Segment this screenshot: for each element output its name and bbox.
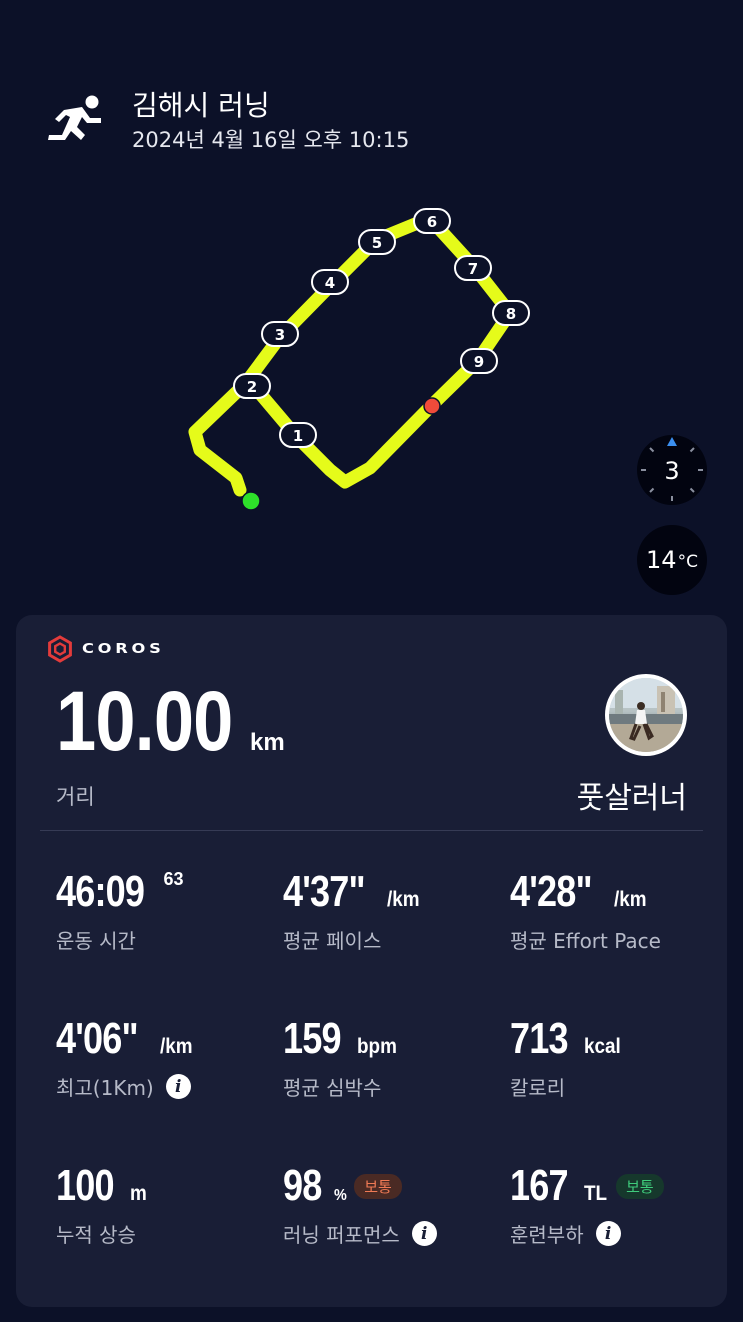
training-load-status-badge: 보통 — [616, 1173, 664, 1199]
duration-label: 운동 시간 — [56, 929, 136, 953]
activity-title: 김해시 러닝 — [132, 89, 270, 122]
duration-hundredths: 63 — [163, 869, 184, 889]
username[interactable]: 풋살러너 — [577, 773, 687, 817]
training-load-value: 167 — [510, 1161, 569, 1210]
best-km-label: 최고(1Km) — [56, 1076, 154, 1100]
svg-text:8: 8 — [506, 305, 516, 323]
best-km-value: 4'06" — [56, 1014, 139, 1063]
start-point-marker — [241, 491, 261, 511]
svg-text:3: 3 — [275, 326, 285, 344]
training-load-label: 훈련부하 — [510, 1223, 584, 1247]
stat-running-performance: 98% 보통 러닝 퍼포먼스 i — [283, 1161, 437, 1248]
stat-avg-pace: 4'37" /km 평균 페이스 — [283, 867, 423, 954]
avg-hr-unit: bpm — [357, 1035, 398, 1058]
wind-level: 3 — [664, 457, 679, 485]
calories-value: 713 — [510, 1014, 569, 1063]
svg-text:1: 1 — [293, 427, 303, 445]
lap-marker-8: 8 — [492, 300, 530, 326]
performance-status-badge: 보통 — [354, 1173, 402, 1199]
user-avatar[interactable] — [605, 674, 687, 756]
elevation-unit: m — [130, 1182, 148, 1205]
temperature-widget[interactable]: 14 °C — [637, 525, 707, 595]
svg-text:2: 2 — [247, 378, 257, 396]
coros-logo-icon — [48, 635, 72, 663]
activity-summary-card: COROS 10.00 km 거리 풋살러너 46:09 63 운동 시간 4'… — [16, 615, 727, 1307]
temperature-value: 14 — [646, 546, 677, 574]
stat-calories: 713 kcal 칼로리 — [510, 1014, 625, 1101]
distance-unit: km — [250, 729, 285, 756]
training-load-unit: TL — [584, 1182, 608, 1205]
coros-logo: COROS — [46, 635, 161, 663]
lap-marker-3: 3 — [261, 321, 299, 347]
svg-text:4: 4 — [325, 274, 335, 292]
stat-elevation-gain: 100 m 누적 상승 — [56, 1161, 149, 1248]
svg-text:5: 5 — [372, 234, 382, 252]
performance-label: 러닝 퍼포먼스 — [283, 1223, 400, 1247]
brand-name: COROS — [82, 641, 165, 657]
lap-marker-9: 9 — [460, 348, 498, 374]
svg-text:9: 9 — [474, 353, 484, 371]
effort-pace-label: 평균 Effort Pace — [510, 929, 661, 953]
stat-best-km: 4'06" /km 최고(1Km) i — [56, 1014, 196, 1101]
effort-pace-unit: /km — [613, 888, 647, 911]
divider — [40, 830, 703, 831]
duration-value: 46:09 — [56, 867, 145, 916]
lap-marker-7: 7 — [454, 255, 492, 281]
calories-label: 칼로리 — [510, 1076, 566, 1100]
running-icon — [48, 95, 101, 140]
stat-duration: 46:09 63 운동 시간 — [56, 867, 184, 954]
best-km-unit: /km — [159, 1035, 193, 1058]
stat-training-load: 167 TL 보통 훈련부하 i — [510, 1161, 664, 1248]
end-point-marker — [423, 397, 441, 415]
lap-marker-4: 4 — [311, 269, 349, 295]
route-map[interactable]: 1 2 3 4 5 6 7 8 9 — [0, 170, 743, 610]
performance-value: 98 — [283, 1161, 322, 1210]
lap-marker-6: 6 — [413, 208, 451, 234]
performance-info-icon[interactable]: i — [411, 1221, 437, 1246]
svg-text:7: 7 — [468, 260, 478, 278]
distance-value: 10.00 — [56, 674, 233, 768]
avg-pace-label: 평균 페이스 — [283, 929, 382, 953]
distance-display: 10.00 km — [56, 673, 285, 770]
activity-datetime: 2024년 4월 16일 오후 10:15 — [132, 128, 410, 152]
lap-marker-2: 2 — [233, 373, 271, 399]
temperature-unit: °C — [677, 552, 698, 572]
elevation-label: 누적 상승 — [56, 1223, 136, 1247]
effort-pace-value: 4'28" — [510, 867, 593, 916]
svg-text:6: 6 — [427, 213, 437, 231]
training-load-info-icon[interactable]: i — [595, 1221, 621, 1246]
stat-effort-pace: 4'28" /km 평균 Effort Pace — [510, 867, 661, 954]
wind-compass-widget[interactable]: 3 — [637, 435, 707, 505]
performance-unit: % — [333, 1187, 347, 1204]
activity-header: 김해시 러닝 2024년 4월 16일 오후 10:15 — [0, 0, 743, 180]
best-km-info-icon[interactable]: i — [165, 1074, 191, 1099]
lap-marker-5: 5 — [358, 229, 396, 255]
stat-avg-heart-rate: 159 bpm 평균 심박수 — [283, 1014, 402, 1101]
lap-marker-1: 1 — [279, 422, 317, 448]
avg-hr-value: 159 — [283, 1014, 342, 1063]
avg-pace-value: 4'37" — [283, 867, 366, 916]
elevation-value: 100 — [56, 1161, 115, 1210]
distance-label: 거리 — [56, 785, 95, 809]
avg-hr-label: 평균 심박수 — [283, 1076, 382, 1100]
calories-unit: kcal — [584, 1035, 622, 1058]
avg-pace-unit: /km — [386, 888, 420, 911]
